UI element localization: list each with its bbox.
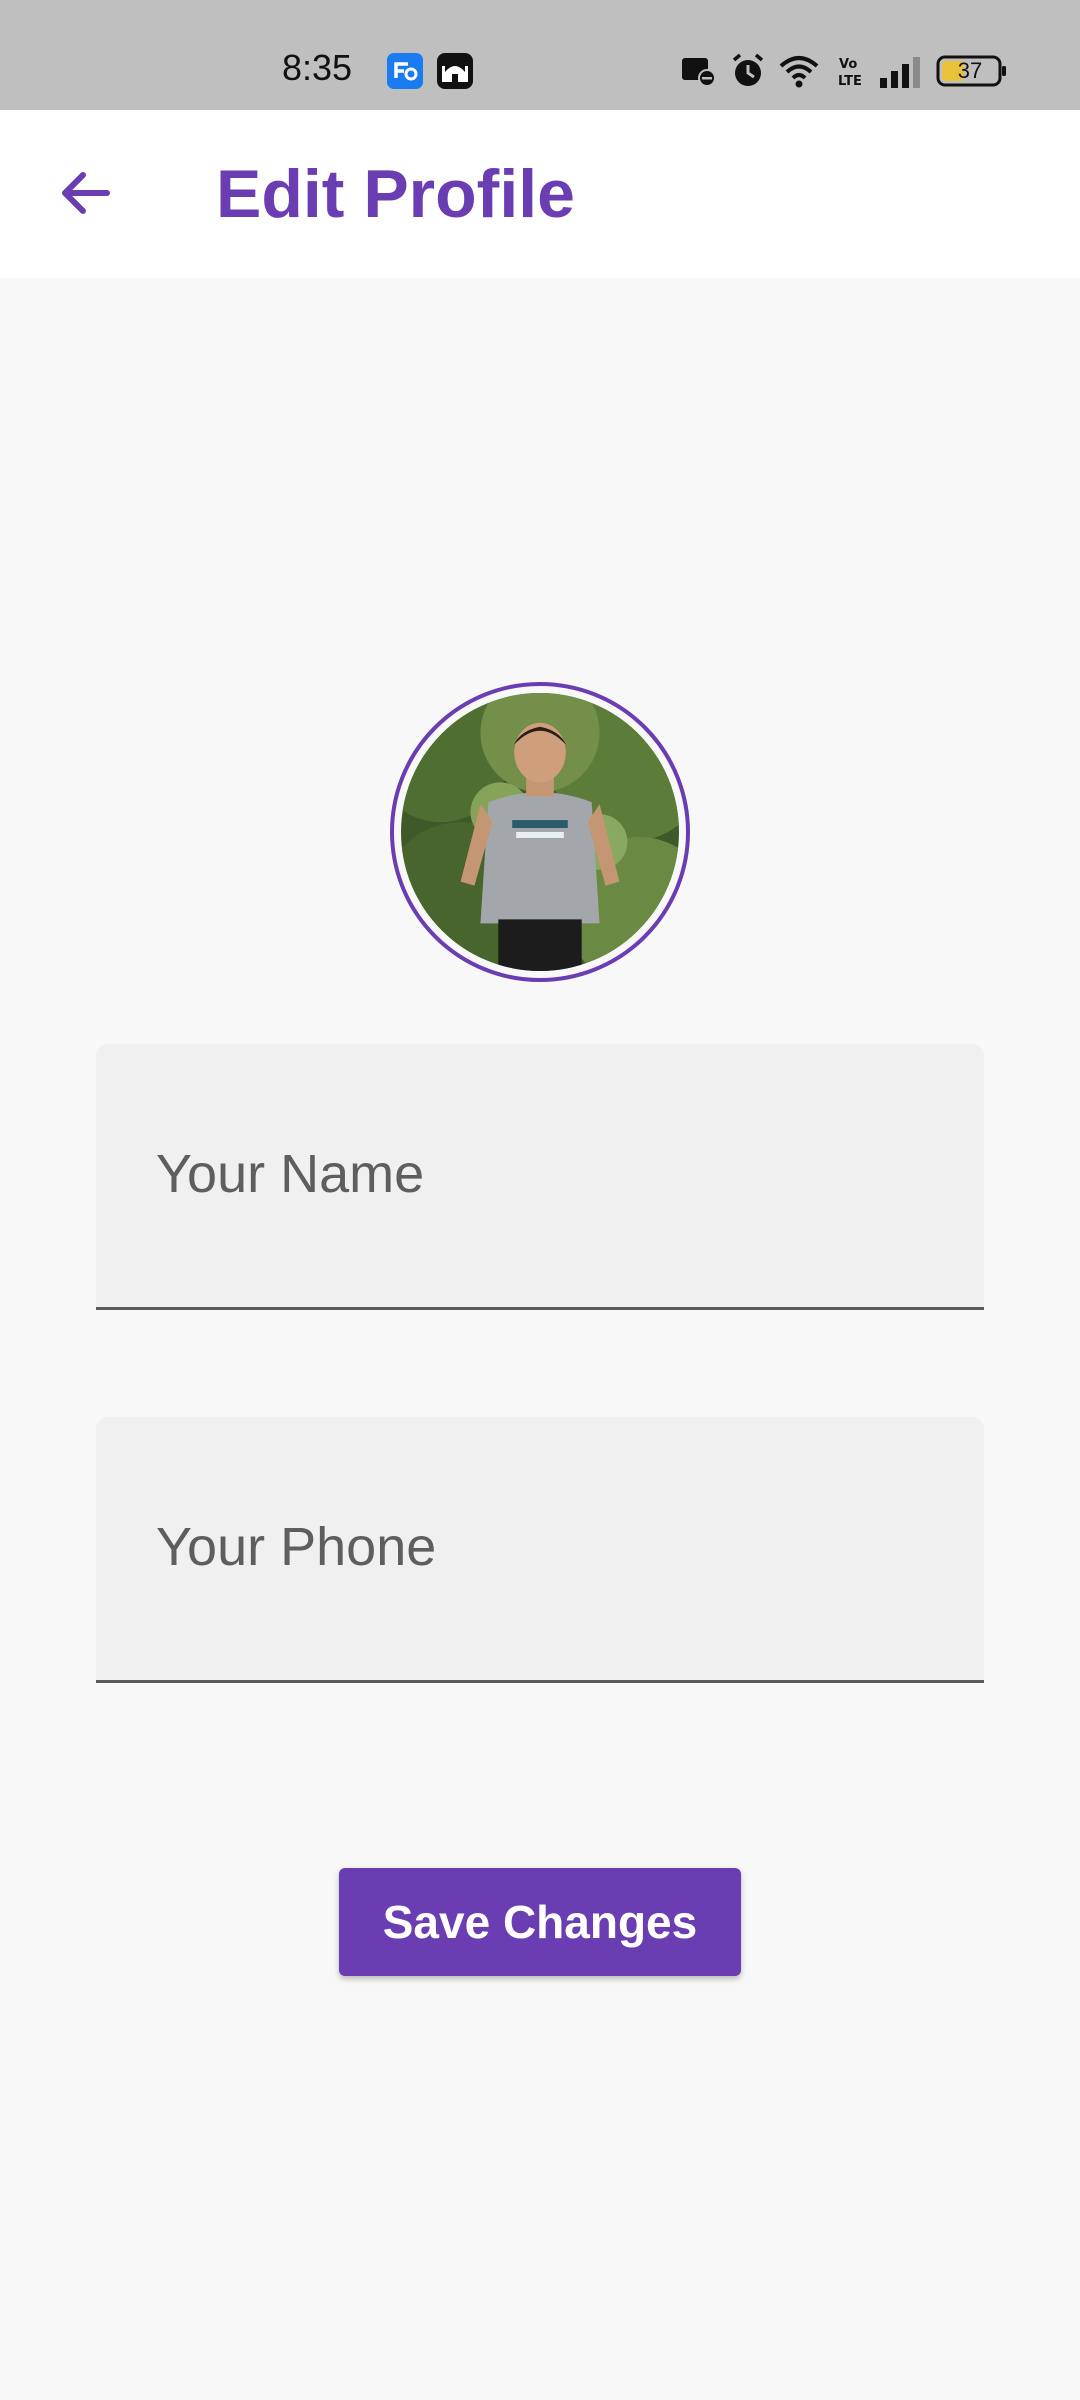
battery-level: 37: [957, 58, 983, 83]
name-field[interactable]: [96, 1044, 984, 1310]
back-button[interactable]: [40, 150, 130, 240]
phone-field[interactable]: [96, 1417, 984, 1683]
phone-input[interactable]: [156, 1505, 936, 1589]
arrow-left-icon: [57, 165, 113, 226]
status-time: 8:35: [282, 47, 353, 88]
app-notification-icon: [386, 52, 424, 95]
page-title: Edit Profile: [216, 156, 575, 232]
alarm-icon: [730, 52, 766, 95]
volte-icon: Vo LTE: [838, 54, 866, 93]
svg-text:LTE: LTE: [838, 74, 862, 88]
status-bar: 8:35 Vo LTE 37: [0, 0, 1080, 110]
profile-photo: [401, 693, 679, 971]
signal-icon: [878, 56, 922, 93]
mosque-app-icon: [436, 52, 474, 95]
profile-avatar[interactable]: [390, 682, 690, 982]
save-changes-button[interactable]: Save Changes: [339, 1868, 741, 1976]
name-input[interactable]: [156, 1132, 936, 1216]
wifi-icon: [778, 54, 820, 93]
svg-text:Vo: Vo: [839, 57, 857, 72]
app-bar: Edit Profile: [0, 110, 1080, 278]
cast-dnd-icon: [680, 54, 716, 93]
